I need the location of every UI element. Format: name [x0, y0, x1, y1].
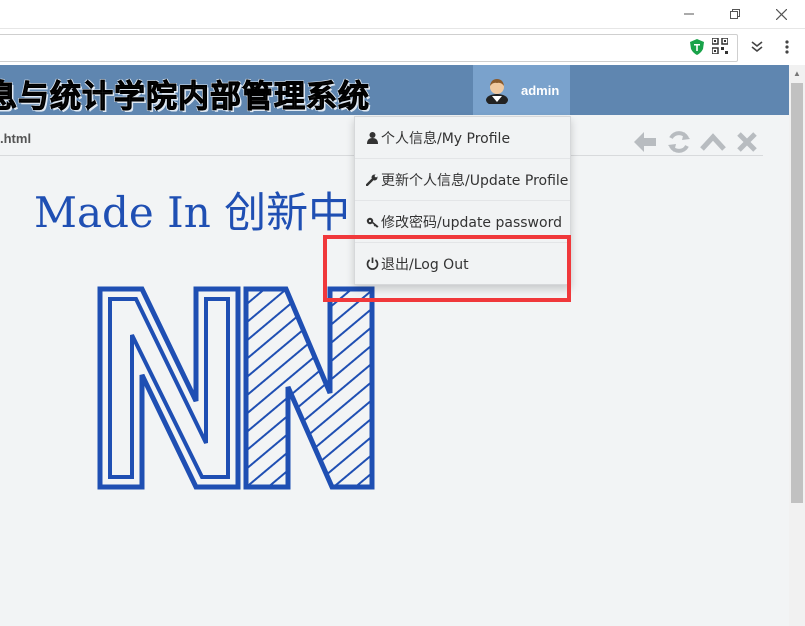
user-icon	[365, 131, 379, 145]
address-bar[interactable]	[0, 34, 738, 62]
key-icon	[365, 215, 379, 229]
extensions-menu-button[interactable]	[745, 35, 769, 59]
more-vertical-icon	[785, 40, 789, 54]
menu-item-log-out[interactable]: 退出/Log Out	[355, 243, 570, 284]
restore-button[interactable]	[712, 0, 758, 28]
user-menu-toggle[interactable]: admin	[473, 65, 570, 115]
refresh-button[interactable]	[666, 129, 692, 155]
scrollbar-thumb[interactable]	[791, 83, 803, 503]
qr-code-icon[interactable]	[712, 38, 728, 54]
wrench-icon	[365, 173, 379, 187]
minimize-button[interactable]	[666, 0, 712, 28]
app-header: 息与统计学院内部管理系统 admin	[0, 65, 789, 116]
made-in-text: Made In 创新中	[34, 188, 351, 237]
close-panel-button[interactable]	[734, 129, 760, 155]
back-button[interactable]	[632, 129, 658, 155]
close-window-button[interactable]	[758, 0, 804, 28]
chevron-up-icon	[700, 133, 726, 151]
user-dropdown-menu: 个人信息/My Profile 更新个人信息/Update Profile 修改…	[354, 116, 571, 285]
arrow-left-icon	[634, 132, 656, 152]
power-icon	[365, 257, 379, 271]
double-chevron-down-icon	[751, 41, 763, 53]
menu-item-my-profile[interactable]: 个人信息/My Profile	[355, 117, 570, 159]
shield-extension-icon[interactable]	[688, 38, 706, 56]
menu-item-label: 更新个人信息/Update Profile	[381, 172, 569, 189]
page-nav-icons	[632, 129, 760, 155]
app-title: 息与统计学院内部管理系统	[0, 79, 370, 116]
browser-titlebar	[0, 0, 805, 29]
minimize-icon	[684, 13, 694, 15]
close-icon	[775, 8, 787, 20]
avatar	[486, 79, 508, 104]
breadcrumb: .html	[0, 131, 32, 146]
refresh-icon	[668, 131, 690, 153]
page-viewport: 息与统计学院内部管理系统 admin .html Made In 创新中 个人信…	[0, 65, 789, 626]
menu-item-update-password[interactable]: 修改密码/update password	[355, 201, 570, 243]
menu-item-update-profile[interactable]: 更新个人信息/Update Profile	[355, 159, 570, 201]
menu-item-label: 退出/Log Out	[381, 256, 469, 273]
close-icon	[737, 132, 757, 152]
username-label: admin	[521, 82, 560, 98]
collapse-button[interactable]	[700, 129, 726, 155]
browser-toolbar	[0, 29, 805, 65]
nn-logo	[97, 286, 375, 490]
restore-icon	[730, 9, 740, 19]
scroll-up-arrow[interactable]: ▲	[791, 67, 803, 79]
browser-menu-button[interactable]	[775, 35, 799, 59]
menu-item-label: 修改密码/update password	[381, 214, 562, 231]
menu-item-label: 个人信息/My Profile	[381, 130, 511, 147]
